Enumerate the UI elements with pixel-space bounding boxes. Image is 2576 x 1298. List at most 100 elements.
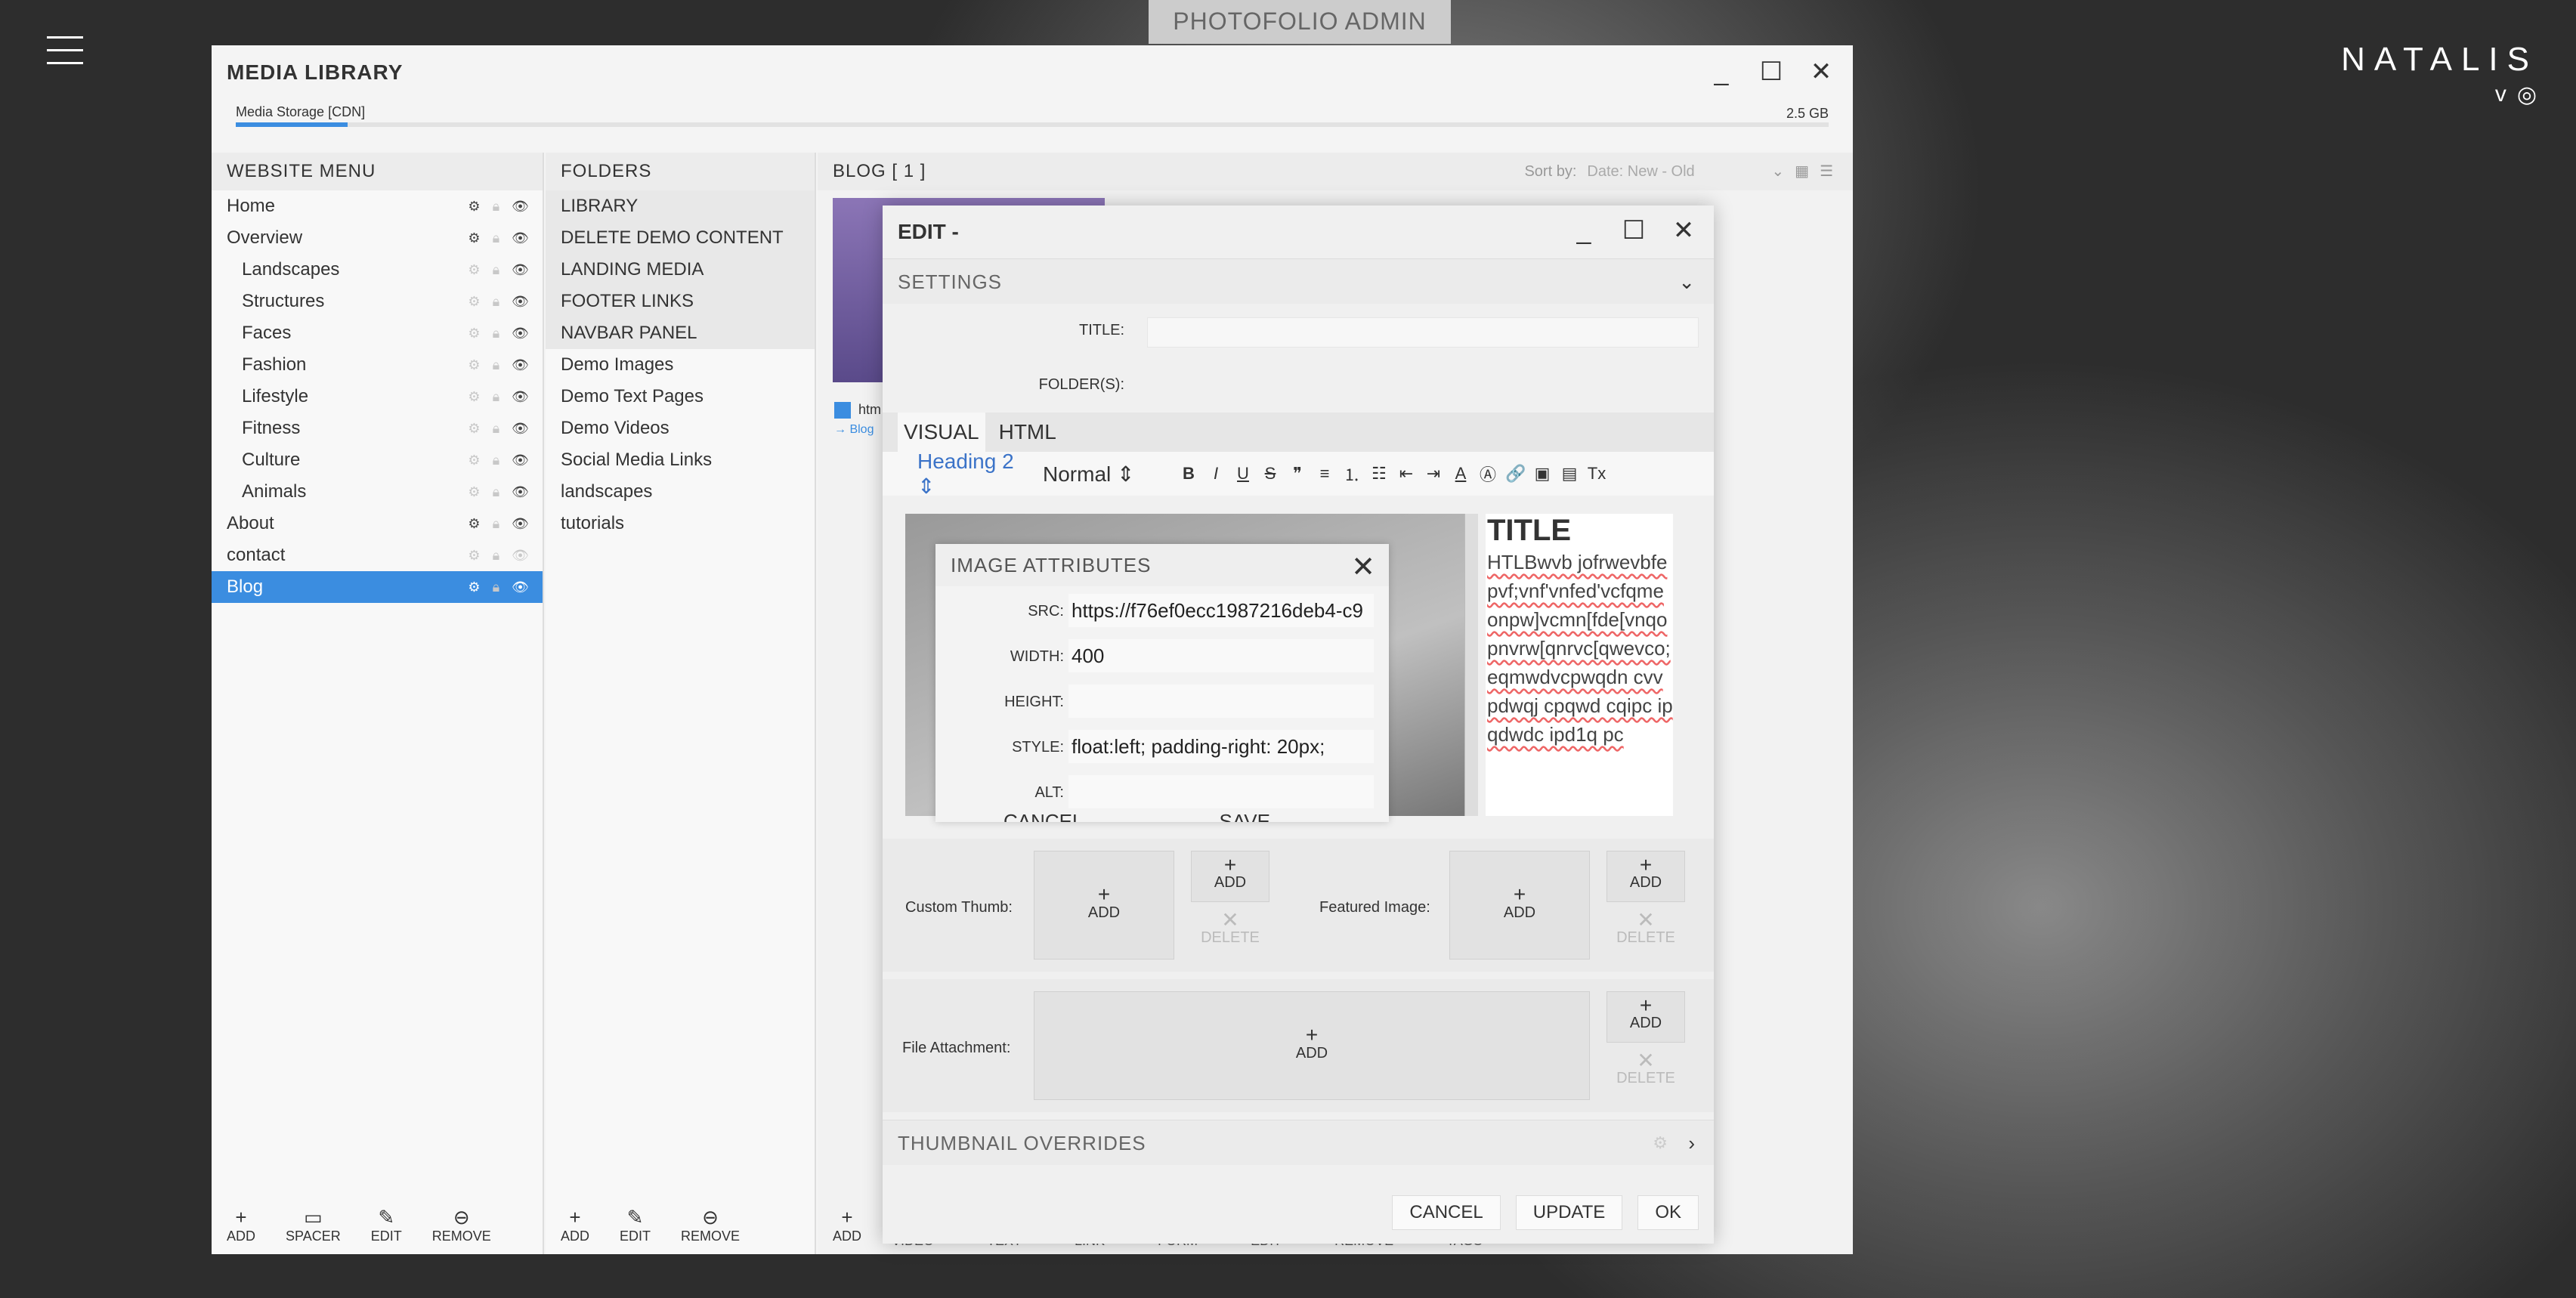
sidebar-item-lifestyle[interactable]: Lifestyle ⚙ 🔒︎ 👁︎ (212, 381, 543, 413)
lock-icon[interactable]: 🔒︎ (493, 190, 500, 222)
menu-add-button[interactable]: + ADD (227, 1206, 255, 1254)
gear-icon[interactable]: ⚙ (468, 286, 480, 317)
gear-icon[interactable]: ⚙ (468, 476, 480, 508)
eye-icon[interactable]: 👁︎ (512, 222, 529, 254)
lock-icon[interactable]: 🔒︎ (493, 476, 500, 508)
folder-item[interactable]: LIBRARY (546, 190, 815, 222)
admin-tab[interactable]: PHOTOFOLIO ADMIN (1149, 0, 1451, 44)
lock-icon[interactable]: 🔒︎ (493, 539, 500, 571)
minimize-icon[interactable]: _ (1570, 218, 1597, 245)
lock-icon[interactable]: 🔒︎ (493, 222, 500, 254)
lock-icon[interactable]: 🔒︎ (493, 413, 500, 444)
eye-icon[interactable]: 👁︎ (512, 190, 529, 222)
outdent-icon[interactable]: ⇤ (1396, 464, 1416, 484)
thumbnail-overrides-section[interactable]: THUMBNAIL OVERRIDES › ⚙ (883, 1120, 1714, 1165)
ok-button[interactable]: OK (1637, 1195, 1699, 1230)
folder-item[interactable]: Demo Text Pages (546, 381, 815, 413)
lock-icon[interactable]: 🔒︎ (493, 317, 500, 349)
strikethrough-icon[interactable]: S (1260, 464, 1280, 484)
gear-icon[interactable]: ⚙ (468, 381, 480, 413)
instagram-icon[interactable]: ◎ (2517, 82, 2537, 108)
eye-icon[interactable]: 👁︎ (512, 444, 529, 476)
sidebar-item-landscapes[interactable]: Landscapes ⚙ 🔒︎ 👁︎ (212, 254, 543, 286)
folder-item[interactable]: DELETE DEMO CONTENT (546, 222, 815, 254)
src-input[interactable]: https://f76ef0ecc1987216deb4-c9 (1068, 594, 1374, 627)
close-icon[interactable]: ✕ (1808, 59, 1835, 86)
chevron-right-icon[interactable]: › (1688, 1120, 1696, 1166)
maximize-icon[interactable]: ☐ (1758, 59, 1785, 86)
minimize-icon[interactable]: _ (1708, 59, 1735, 86)
sort-select[interactable]: Date: New - Old (1587, 153, 1761, 190)
folder-edit-button[interactable]: ✎ EDIT (620, 1206, 651, 1254)
close-icon[interactable]: ✕ (1351, 550, 1375, 584)
editor-scrollbar[interactable] (1464, 514, 1478, 816)
custom-thumb-drop[interactable]: + ADD (1034, 851, 1174, 960)
list-view-icon[interactable]: ☰ (1820, 153, 1833, 190)
gear-icon[interactable]: ⚙ (1653, 1120, 1668, 1166)
lock-icon[interactable]: 🔒︎ (493, 286, 500, 317)
sidebar-item-structures[interactable]: Structures ⚙ 🔒︎ 👁︎ (212, 286, 543, 317)
maximize-icon[interactable]: ☐ (1620, 218, 1647, 245)
grid-view-icon[interactable]: ▦ (1795, 153, 1809, 190)
custom-thumb-add-button[interactable]: + ADD (1191, 851, 1269, 902)
folder-item[interactable]: Demo Images (546, 349, 815, 381)
gear-icon[interactable]: ⚙ (468, 222, 480, 254)
folder-item[interactable]: FOOTER LINKS (546, 286, 815, 317)
gear-icon[interactable]: ⚙ (468, 539, 480, 571)
hamburger-menu-icon[interactable] (47, 36, 83, 70)
image-icon[interactable]: ▣ (1532, 464, 1552, 484)
sidebar-item-home[interactable]: Home ⚙ 🔒︎ 👁︎ (212, 190, 543, 222)
media-add-button[interactable]: + ADD (833, 1206, 861, 1254)
italic-icon[interactable]: I (1206, 464, 1226, 484)
link-icon[interactable]: 🔗 (1505, 464, 1526, 484)
custom-thumb-delete-button[interactable]: ✕ DELETE (1191, 907, 1269, 952)
title-input[interactable] (1147, 317, 1699, 348)
gear-icon[interactable]: ⚙ (468, 508, 480, 539)
sidebar-item-culture[interactable]: Culture ⚙ 🔒︎ 👁︎ (212, 444, 543, 476)
gear-icon[interactable]: ⚙ (468, 317, 480, 349)
cancel-button[interactable]: CANCEL (1003, 810, 1083, 822)
file-attachment-delete-button[interactable]: ✕ DELETE (1607, 1047, 1685, 1092)
size-select[interactable]: Normal ⇕ (1043, 462, 1171, 487)
underline-icon[interactable]: U (1233, 464, 1253, 484)
eye-icon[interactable]: 👁︎ (512, 508, 529, 539)
eye-icon[interactable]: 👁︎ (512, 571, 529, 603)
eye-icon[interactable]: 👁︎ (512, 476, 529, 508)
sidebar-item-about[interactable]: About ⚙ 🔒︎ 👁︎ (212, 508, 543, 539)
lock-icon[interactable]: 🔒︎ (493, 254, 500, 286)
quote-icon[interactable]: ❞ (1288, 464, 1307, 484)
featured-image-drop[interactable]: + ADD (1449, 851, 1590, 960)
background-color-icon[interactable]: Ⓐ (1478, 462, 1498, 486)
ordered-list-icon[interactable]: ⒈ (1342, 462, 1362, 486)
folder-item[interactable]: NAVBAR PANEL (546, 317, 815, 349)
folder-remove-button[interactable]: ⊖ REMOVE (681, 1206, 740, 1254)
chevron-down-icon[interactable]: ⌄ (1771, 153, 1784, 190)
eye-icon[interactable]: 👁︎ (512, 539, 529, 571)
style-input[interactable]: float:left; padding-right: 20px; (1068, 730, 1374, 763)
settings-section[interactable]: SETTINGS ⌄ (883, 258, 1714, 304)
sidebar-item-fashion[interactable]: Fashion ⚙ 🔒︎ 👁︎ (212, 349, 543, 381)
gear-icon[interactable]: ⚙ (468, 349, 480, 381)
brand-logo[interactable]: NATALIS (2341, 41, 2538, 79)
folder-item[interactable]: LANDING MEDIA (546, 254, 815, 286)
lock-icon[interactable]: 🔒︎ (493, 381, 500, 413)
update-button[interactable]: UPDATE (1515, 1195, 1623, 1230)
sidebar-item-animals[interactable]: Animals ⚙ 🔒︎ 👁︎ (212, 476, 543, 508)
tab-html[interactable]: HTML (993, 413, 1062, 452)
indent-icon[interactable]: ⇥ (1424, 464, 1443, 484)
lock-icon[interactable]: 🔒︎ (493, 349, 500, 381)
eye-icon[interactable]: 👁︎ (512, 413, 529, 444)
gear-icon[interactable]: ⚙ (468, 571, 480, 603)
eye-icon[interactable]: 👁︎ (512, 286, 529, 317)
eye-icon[interactable]: 👁︎ (512, 254, 529, 286)
folder-item[interactable]: Social Media Links (546, 444, 815, 476)
menu-edit-button[interactable]: ✎ EDIT (371, 1206, 402, 1254)
bold-icon[interactable]: B (1179, 464, 1198, 484)
eye-icon[interactable]: 👁︎ (512, 317, 529, 349)
featured-image-add-button[interactable]: + ADD (1607, 851, 1685, 902)
gear-icon[interactable]: ⚙ (468, 254, 480, 286)
save-button[interactable]: SAVE (1219, 810, 1269, 822)
folder-item[interactable]: landscapes (546, 476, 815, 508)
lock-icon[interactable]: 🔒︎ (493, 508, 500, 539)
tab-visual[interactable]: VISUAL (898, 413, 985, 452)
